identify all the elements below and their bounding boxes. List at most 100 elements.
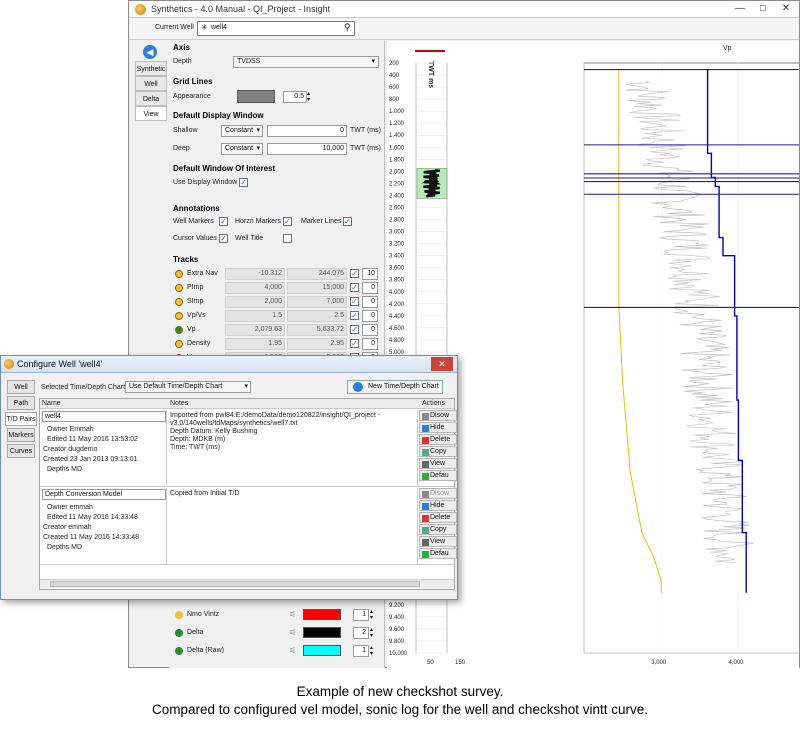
action-hide-button[interactable]: Hide (419, 422, 457, 433)
use-display-window-checkbox[interactable]: ✓ (239, 178, 248, 187)
grid-opacity-input[interactable]: 0.5 (283, 91, 307, 103)
track-visible-checkbox[interactable]: ✓ (350, 311, 359, 320)
dialog-tab-t-d-pairs[interactable]: T/D Pairs (5, 412, 37, 426)
track-min[interactable]: 4,000 (225, 282, 285, 294)
depth-select[interactable]: TVDSS ▾ (233, 56, 379, 68)
action-defau-button[interactable]: Defau (419, 470, 457, 481)
track-row[interactable]: Vp 2,079.63 5,633.72 ✓ 0 (169, 323, 384, 337)
deep-value-input[interactable]: 10,000 (267, 143, 347, 155)
track-max[interactable]: 2.95 (287, 338, 347, 350)
action-hide-button[interactable]: Hide (419, 500, 457, 511)
dialog-tab-curves[interactable]: Curves (7, 444, 35, 458)
track-visible-checkbox[interactable]: ✓ (350, 283, 359, 292)
track-max[interactable]: 7,000 (287, 296, 347, 308)
track-visible-checkbox[interactable]: ✓ (350, 325, 359, 334)
dialog-close-button[interactable]: ✕ (431, 357, 453, 371)
dialog-tab-markers[interactable]: Markers (7, 428, 35, 442)
line-style-icon[interactable]: ⚟ (289, 646, 296, 655)
search-icon[interactable]: ⚲ (344, 22, 351, 33)
tab-well[interactable]: Well (135, 76, 167, 91)
current-well-input[interactable]: ✳ well4 ⚲ (197, 21, 355, 36)
maximize-button[interactable]: □ (752, 2, 774, 16)
action-disow-button[interactable]: Disow (419, 488, 457, 499)
line-style-icon[interactable]: ⚟ (289, 610, 296, 619)
track-row[interactable]: Extra Nav -10.312 244.075 ✓ 10 (169, 267, 384, 281)
back-icon[interactable]: ◀ (143, 45, 157, 59)
action-view-button[interactable]: View (419, 458, 457, 469)
close-button[interactable]: ✕ (775, 2, 797, 16)
curve-width-input[interactable]: 2 (353, 627, 369, 639)
track-count-input[interactable]: 0 (362, 310, 378, 322)
track-min[interactable]: 1.5 (225, 310, 285, 322)
minimize-button[interactable]: — (729, 2, 751, 16)
curve-status-icon (175, 629, 183, 637)
table-row[interactable]: Depth Conversion Model Owner emmah Edited … (40, 487, 457, 565)
curve-row[interactable]: Delta (Raw) ⚟ 1 ▴ ▾ (169, 643, 384, 659)
action-view-button[interactable]: View (419, 536, 457, 547)
tab-synthetic[interactable]: Synthetic (135, 61, 167, 76)
track-count-input[interactable]: 0 (362, 296, 378, 308)
action-copy-button[interactable]: Copy (419, 446, 457, 457)
shallow-label: Shallow (173, 127, 198, 134)
track-count-input[interactable]: 0 (362, 324, 378, 336)
axis-heading: Axis (173, 43, 190, 52)
curve-width-input[interactable]: 1 (353, 609, 369, 621)
table-row[interactable]: well4 Owner Emmah Edited 11 May 2016 13:53… (40, 409, 457, 487)
track-row[interactable]: PImp 4,000 15,000 ✓ 0 (169, 281, 384, 295)
curve-width-input[interactable]: 1 (353, 645, 369, 657)
action-delete-button[interactable]: Delete (419, 512, 457, 523)
dialog-tab-well-info[interactable]: Well Info (7, 380, 35, 404)
shallow-value-input[interactable]: 0 (267, 125, 347, 137)
track-row[interactable]: Density 1.95 2.95 ✓ 0 (169, 337, 384, 351)
action-copy-button[interactable]: Copy (419, 524, 457, 535)
marker-lines-checkbox[interactable]: ✓ (343, 217, 352, 226)
track-min[interactable]: 2,079.63 (225, 324, 285, 336)
curve-width-spinner[interactable]: ▴ ▾ (370, 645, 373, 657)
track-max[interactable]: 5,633.72 (287, 324, 347, 336)
track-visible-checkbox[interactable]: ✓ (350, 269, 359, 278)
grid-opacity-spinner[interactable]: ▴ ▾ (307, 91, 310, 103)
grid-color-swatch[interactable] (237, 90, 275, 103)
selected-chart-select[interactable]: Use Default Time/Depth Chart ▾ (125, 381, 251, 393)
track-row[interactable]: SImp 2,000 7,000 ✓ 0 (169, 295, 384, 309)
track-min[interactable]: -10.312 (225, 268, 285, 280)
curve-color-swatch[interactable] (303, 609, 341, 620)
line-style-icon[interactable]: ⚟ (289, 628, 296, 637)
track-min[interactable]: 1.95 (225, 338, 285, 350)
curve-width-spinner[interactable]: ▴ ▾ (370, 609, 373, 621)
track-count-input[interactable]: 0 (362, 282, 378, 294)
action-defau-button[interactable]: Defau (419, 548, 457, 559)
chart-name-input[interactable]: well4 (42, 411, 166, 422)
dialog-tab-path[interactable]: Path (7, 396, 35, 410)
horizon-markers-checkbox[interactable]: ✓ (283, 217, 292, 226)
well-title-checkbox[interactable] (283, 234, 292, 243)
deep-mode-select[interactable]: Constant ▾ (221, 143, 263, 155)
tab-view[interactable]: View (135, 106, 167, 121)
action-disow-button[interactable]: Disow (419, 410, 457, 421)
track-visible-checkbox[interactable]: ✓ (350, 339, 359, 348)
well-markers-checkbox[interactable]: ✓ (219, 217, 228, 226)
track-visible-checkbox[interactable]: ✓ (350, 297, 359, 306)
curve-row[interactable]: Nmo Vintz ⚟ 1 ▴ ▾ (169, 607, 384, 623)
track-count-input[interactable]: 10 (362, 268, 378, 280)
tab-delta[interactable]: Delta (135, 91, 167, 106)
track-max[interactable]: 244.075 (287, 268, 347, 280)
track-max[interactable]: 15,000 (287, 282, 347, 294)
scrollbar-thumb[interactable] (50, 581, 420, 587)
curve-row[interactable]: Delta ⚟ 2 ▴ ▾ (169, 625, 384, 641)
chart-name-input[interactable]: Depth Conversion Model (42, 489, 166, 500)
track-row[interactable]: Vp/Vs 1.5 2.5 ✓ 0 (169, 309, 384, 323)
curve-color-swatch[interactable] (303, 627, 341, 638)
track-count-input[interactable]: 0 (362, 338, 378, 350)
track-max[interactable]: 2.5 (287, 310, 347, 322)
curve-width-spinner[interactable]: ▴ ▾ (370, 627, 373, 639)
curve-color-swatch[interactable] (303, 645, 341, 656)
action-delete-button[interactable]: Delete (419, 434, 457, 445)
new-chart-button[interactable]: New Time/Depth Chart (347, 380, 443, 394)
twt-tick-label: 4.400 (389, 314, 405, 320)
shallow-mode-select[interactable]: Constant ▾ (221, 125, 263, 137)
horizontal-scrollbar[interactable] (40, 579, 454, 588)
track-min[interactable]: 2,000 (225, 296, 285, 308)
cursor-values-checkbox[interactable]: ✓ (219, 234, 228, 243)
hide-icon (422, 425, 429, 432)
